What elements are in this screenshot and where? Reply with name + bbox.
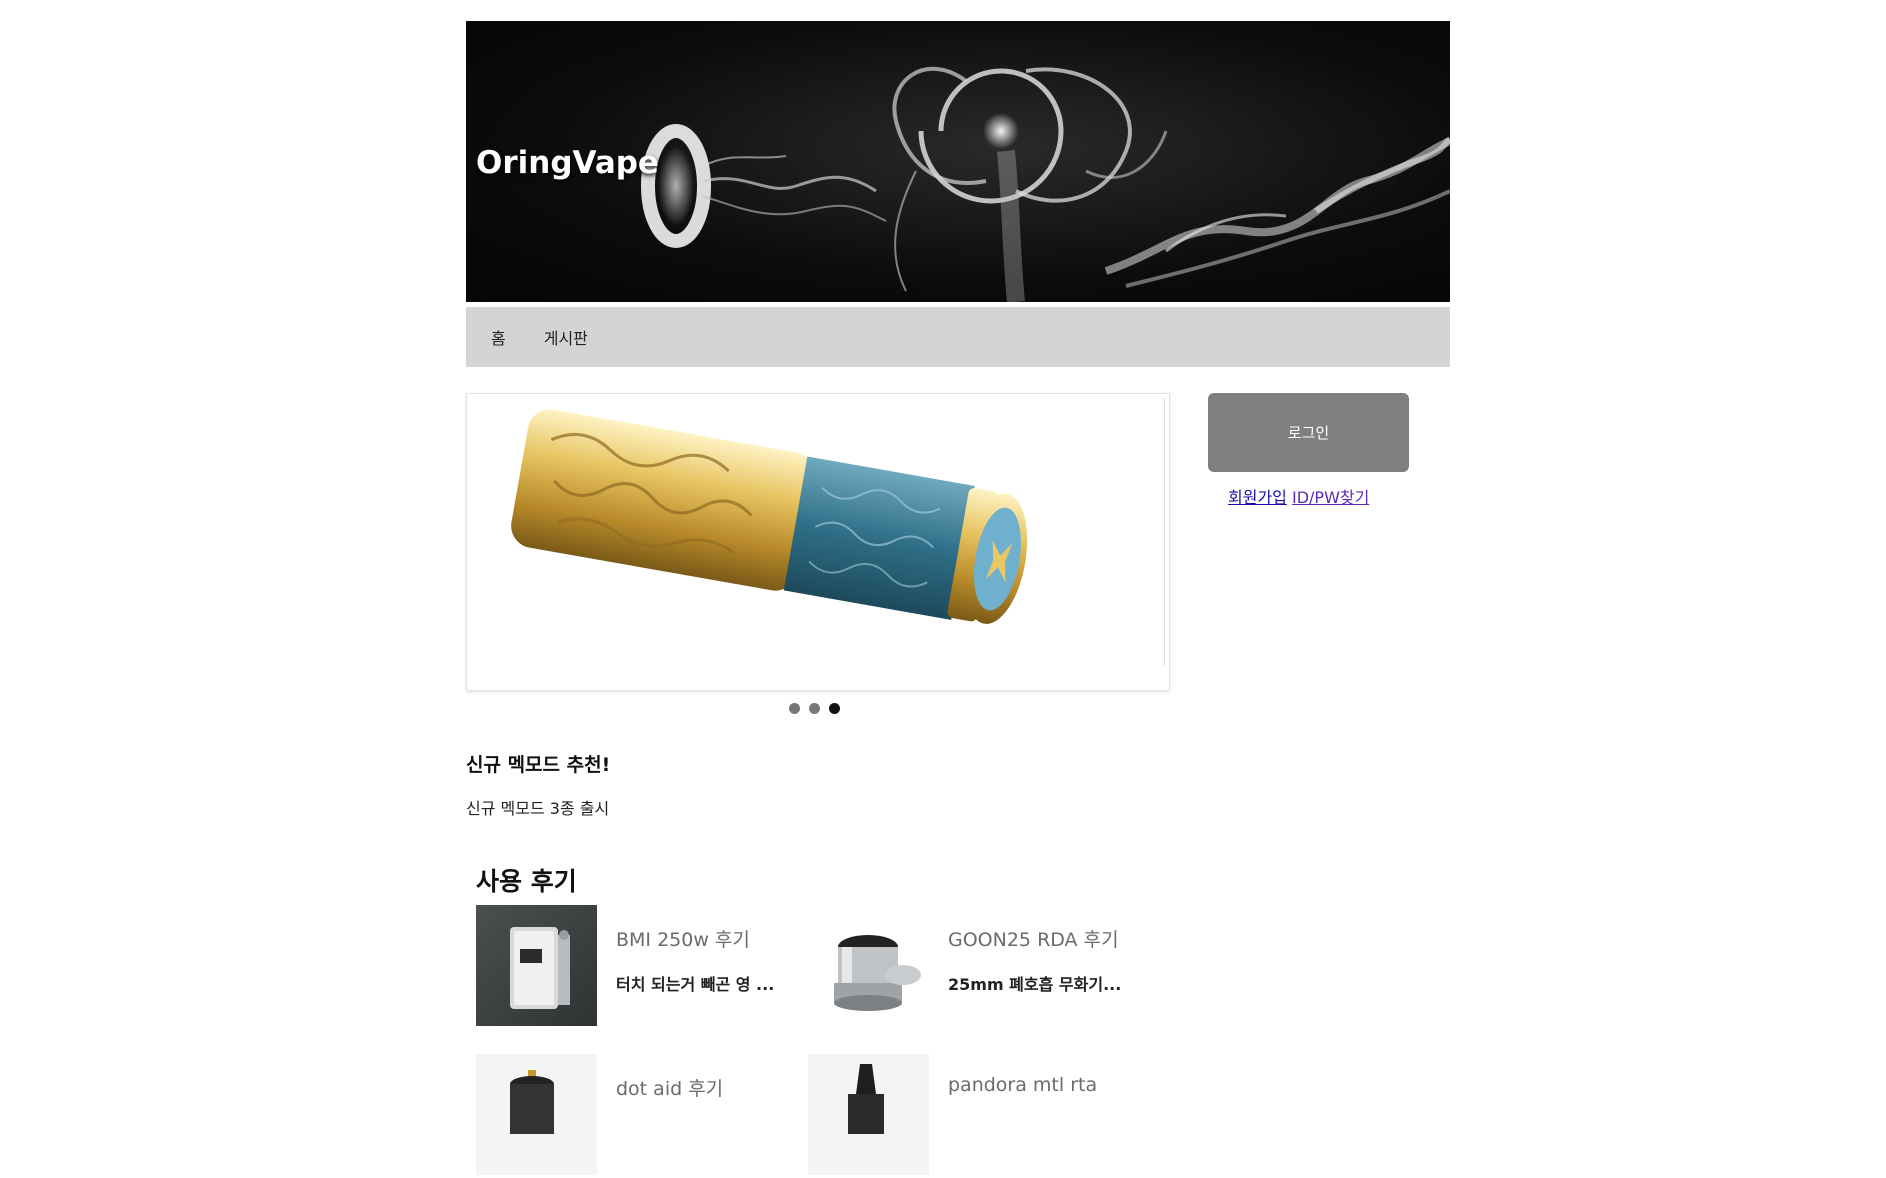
review-title[interactable]: dot aid 후기: [616, 1074, 723, 1101]
review-title[interactable]: pandora mtl rta: [948, 1074, 1097, 1096]
slider-edge: [1164, 398, 1165, 666]
review-thumbnail: [808, 905, 929, 1026]
slider-dot[interactable]: [809, 703, 820, 714]
image-slider[interactable]: [466, 393, 1170, 691]
main-nav: 홈 게시판: [466, 307, 1450, 367]
review-excerpt: 25mm 폐호흡 무화기...: [948, 975, 1122, 994]
slider-dot-active[interactable]: [829, 703, 840, 714]
review-card[interactable]: dot aid 후기: [476, 1054, 806, 1178]
review-card[interactable]: BMI 250w 후기 터치 되는거 빼곤 영 ...: [476, 905, 806, 1029]
login-button[interactable]: 로그인: [1208, 393, 1409, 472]
mech-mod-image: [467, 394, 1169, 690]
promo-description: 신규 멕모드 3종 출시: [466, 799, 610, 818]
review-card[interactable]: pandora mtl rta: [808, 1054, 1138, 1178]
auth-links: 회원가입 ID/PW찾기: [1228, 484, 1369, 508]
review-excerpt: 터치 되는거 빼곤 영 ...: [616, 975, 775, 994]
review-thumbnail: [476, 905, 597, 1026]
page: OringVape 홈 게시판 로그인 회원가입 ID/PW찾기 신규 멕모드 …: [0, 0, 1886, 1175]
site-title[interactable]: OringVape: [476, 145, 659, 181]
review-title[interactable]: GOON25 RDA 후기: [948, 925, 1119, 952]
signup-link[interactable]: 회원가입: [1228, 488, 1287, 507]
review-thumbnail: [808, 1054, 929, 1175]
slider-dot[interactable]: [789, 703, 800, 714]
reviews-heading: 사용 후기: [476, 867, 577, 896]
review-card[interactable]: GOON25 RDA 후기 25mm 폐호흡 무화기...: [808, 905, 1138, 1029]
nav-item-home[interactable]: 홈: [491, 325, 506, 349]
review-thumbnail: [476, 1054, 597, 1175]
review-title[interactable]: BMI 250w 후기: [616, 925, 750, 952]
slider-dots: [789, 703, 840, 714]
find-id-pw-link[interactable]: ID/PW찾기: [1292, 488, 1369, 507]
promo-title: 신규 멕모드 추천!: [466, 754, 611, 776]
header-banner: OringVape: [466, 21, 1450, 302]
nav-item-board[interactable]: 게시판: [544, 325, 588, 349]
